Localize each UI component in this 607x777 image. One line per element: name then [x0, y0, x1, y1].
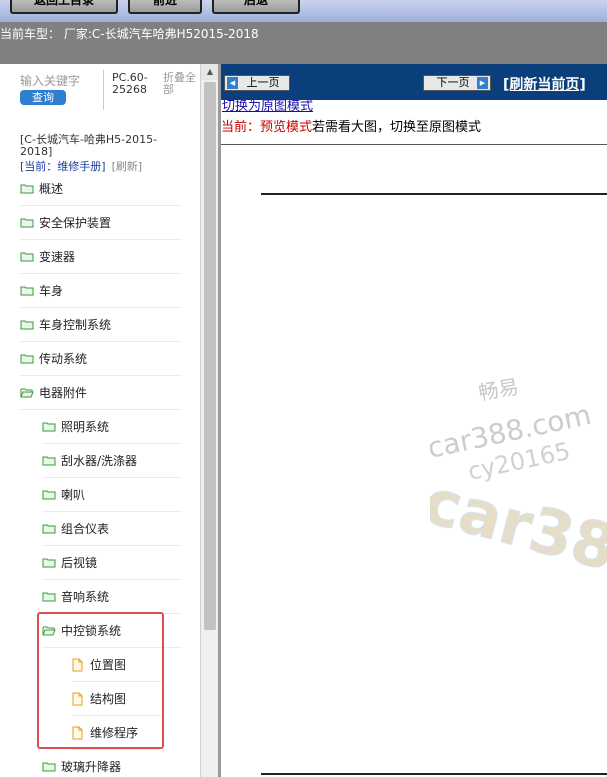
content-separator [221, 144, 607, 145]
tree-item[interactable]: 变速器 [20, 240, 182, 274]
forward-button[interactable]: 前进 [128, 0, 202, 14]
watermark-logo: car388 [430, 464, 607, 590]
tree-item[interactable]: 车身控制系统 [20, 308, 182, 342]
next-page-label: 下一页 [436, 76, 470, 89]
document-rule-bottom [261, 773, 607, 775]
document-rule-top [261, 193, 607, 195]
folder-icon [20, 320, 34, 330]
top-banner: 返回上目录 前进 后退 [0, 0, 607, 22]
mode-hint: 若需看大图，切换至原图模式 [312, 120, 482, 135]
tree-item-label: 音响系统 [61, 590, 110, 604]
folder-icon [20, 218, 34, 228]
prev-page-label: 上一页 [246, 76, 280, 89]
folder-icon [42, 422, 56, 432]
current-model-label: 当前车型： 厂家:C-长城汽车哈弗H52015-2018 [0, 27, 259, 41]
query-button[interactable]: 查询 [20, 90, 66, 105]
tree-item[interactable]: 安全保护装置 [20, 206, 182, 240]
tree-item-label: 变速器 [39, 250, 76, 264]
tree-item-label: 车身控制系统 [39, 318, 112, 332]
tree-item[interactable]: 照明系统 [42, 410, 182, 444]
tree-item-label: 电器附件 [39, 386, 88, 400]
model-info-bar: 当前车型： 厂家:C-长城汽车哈弗H52015-2018 [0, 22, 607, 64]
tree-item-label: 刮水器/洗涤器 [61, 454, 138, 468]
tree-item[interactable]: 电器附件 [20, 376, 182, 410]
prev-page-button[interactable]: ◀ 上一页 [224, 75, 290, 91]
collapse-all-button[interactable]: 折叠全部 [163, 72, 200, 96]
next-page-button[interactable]: 下一页 ▶ [423, 75, 491, 91]
tree-item[interactable]: 玻璃升降器 [42, 750, 182, 777]
highlight-box [37, 612, 164, 749]
watermark-line1: 畅易 [477, 374, 521, 405]
folder-icon [42, 592, 56, 602]
scrollbar-thumb[interactable] [204, 82, 216, 630]
folder-icon [42, 762, 56, 772]
tree-item-label: 传动系统 [39, 352, 88, 366]
folder-icon [42, 456, 56, 466]
folder-icon [42, 524, 56, 534]
tree-item-label: 后视镜 [61, 556, 98, 570]
tree-item-label: 照明系统 [61, 420, 110, 434]
folder-icon [20, 286, 34, 296]
folder-icon [42, 558, 56, 568]
tree-item-label: 玻璃升降器 [61, 760, 122, 774]
toolbar-divider [103, 70, 104, 110]
tree-item[interactable]: 车身 [20, 274, 182, 308]
tree-item[interactable]: 传动系统 [20, 342, 182, 376]
tree-item-label: 喇叭 [61, 488, 86, 502]
sidebar: 查询 PC.60-25268 折叠全部 [C-长城汽车-哈弗H5-2015-20… [0, 64, 200, 777]
folder-icon [20, 252, 34, 262]
arrow-right-icon: ▶ [477, 77, 488, 89]
scroll-up-arrow-icon[interactable]: ▲ [201, 64, 219, 80]
tree-item-label: 车身 [39, 284, 64, 298]
current-mode-label: 当前：预览模式 [221, 120, 313, 135]
tree-item-label: 组合仪表 [61, 522, 110, 536]
pane-divider[interactable] [218, 64, 221, 777]
pc-code: PC.60-25268 [112, 71, 148, 96]
tree-item[interactable]: 音响系统 [42, 580, 182, 614]
tree-item[interactable]: 后视镜 [42, 546, 182, 580]
watermark: 畅易 car388.com cy20165 car388 [430, 374, 607, 590]
folder-open-icon [20, 388, 34, 398]
folder-icon [42, 490, 56, 500]
folder-icon [20, 354, 34, 364]
refresh-current-page-link[interactable]: [刷新当前页] [503, 74, 586, 94]
search-input[interactable] [20, 74, 90, 88]
tree-item[interactable]: 组合仪表 [42, 512, 182, 546]
backward-button[interactable]: 后退 [212, 0, 300, 14]
tree-item[interactable]: 喇叭 [42, 478, 182, 512]
arrow-left-icon: ◀ [227, 77, 238, 89]
back-to-directory-button[interactable]: 返回上目录 [10, 0, 118, 14]
breadcrumb: [C-长城汽车-哈弗H5-2015-2018] [20, 133, 158, 158]
page-nav-bar: ◀ 上一页 下一页 ▶ [刷新当前页] [221, 64, 607, 100]
tree-item[interactable]: 刮水器/洗涤器 [42, 444, 182, 478]
switch-original-mode-link[interactable]: 切换为原图模式 [222, 100, 313, 114]
tree-item-label: 概述 [39, 182, 64, 196]
tree-item[interactable]: 概述 [20, 172, 182, 206]
sidebar-scrollbar[interactable]: ▲ [200, 64, 219, 777]
mode-status: 当前：预览模式若需看大图，切换至原图模式 [221, 116, 481, 135]
folder-icon [20, 184, 34, 194]
tree-item-label: 安全保护装置 [39, 216, 112, 230]
